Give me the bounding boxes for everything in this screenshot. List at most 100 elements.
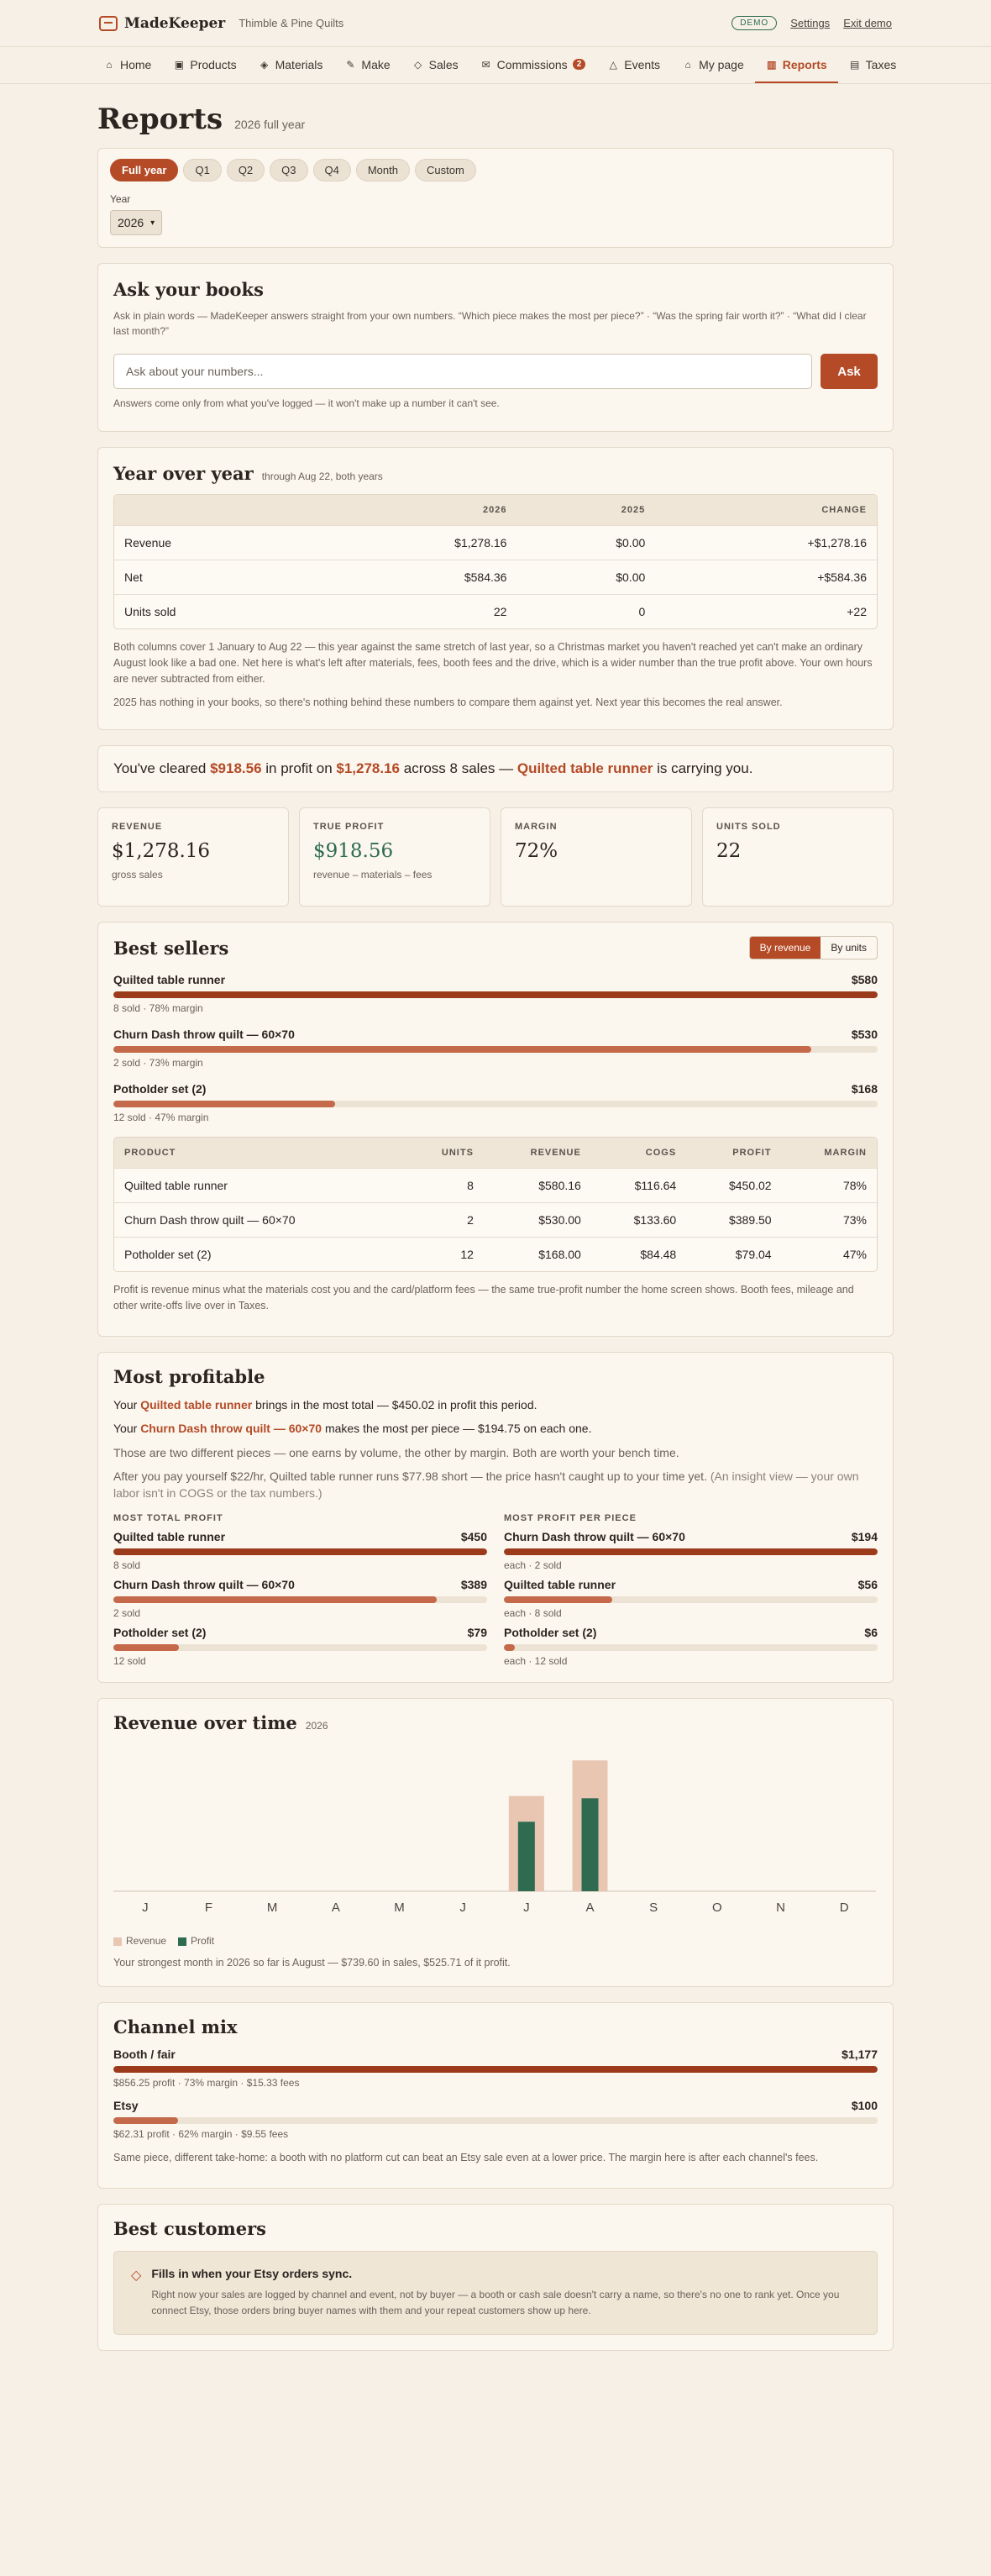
most-per-heading: MOST PROFIT PER PIECE bbox=[504, 1513, 637, 1524]
revenue-chart-title: Revenue over time bbox=[113, 1712, 297, 1734]
period-pill-q1[interactable]: Q1 bbox=[183, 159, 222, 181]
most-total-line: Your Quilted table runner brings in the … bbox=[113, 1397, 878, 1414]
legend-revenue: Revenue bbox=[113, 1935, 166, 1947]
table-cell: 22 bbox=[314, 594, 517, 628]
by-units-button[interactable]: By units bbox=[821, 937, 877, 959]
table-cell: Revenue bbox=[114, 525, 315, 560]
main-nav: ⌂ Home ▣ Products ◈ Materials ✎ Make ◇ Sales ✉ Comm… bbox=[0, 47, 991, 84]
home-icon: ⌂ bbox=[106, 58, 113, 71]
bar-header: Quilted table runner $56 bbox=[504, 1578, 878, 1591]
nav-materials[interactable]: ◈ Materials bbox=[248, 47, 334, 83]
ask-title: Ask your books bbox=[113, 279, 264, 300]
legend-revenue-label: Revenue bbox=[126, 1935, 167, 1948]
table-cell: 78% bbox=[781, 1168, 877, 1203]
table-cell: 8 bbox=[404, 1168, 484, 1203]
product-link[interactable]: Churn Dash throw quilt — 60×70 bbox=[140, 1422, 322, 1435]
ask-description: Ask in plain words — MadeKeeper answers … bbox=[113, 310, 867, 337]
table-cell: $584.36 bbox=[314, 560, 517, 595]
settings-link[interactable]: Settings bbox=[790, 17, 830, 29]
bar-fill bbox=[504, 1596, 613, 1604]
period-card: Full year Q1 Q2 Q3 Q4 Month Custom Year 2026 ▾ bbox=[97, 148, 894, 248]
revenue-chart-card: Revenue over time 2026 J F M A M J J A S O N D Reve… bbox=[97, 1698, 894, 1988]
nav-sales[interactable]: ◇ Sales bbox=[401, 47, 469, 83]
nav-commissions[interactable]: ✉ Commissions 2 bbox=[469, 47, 597, 83]
bar-track bbox=[504, 1548, 878, 1556]
product-row: Potholder set (2) 12 $168.00 $84.48 $79.04 47… bbox=[114, 1237, 877, 1271]
bar-header: Churn Dash throw quilt — 60×70 $530 bbox=[113, 1028, 878, 1041]
month-tick-label: N bbox=[776, 1900, 785, 1915]
logo-icon bbox=[99, 15, 118, 31]
month-tick-label: A bbox=[585, 1900, 594, 1915]
table-cell: $116.64 bbox=[590, 1168, 687, 1203]
table-cell: 0 bbox=[516, 594, 656, 628]
bar-name: Potholder set (2) bbox=[113, 1626, 207, 1640]
nav-reports[interactable]: ▥ Reports bbox=[754, 47, 838, 83]
bar-track bbox=[113, 1046, 878, 1053]
period-pill-q2[interactable]: Q2 bbox=[226, 159, 265, 181]
bar-row: Churn Dash throw quilt — 60×70 $194 each ·… bbox=[504, 1530, 878, 1571]
year-select[interactable]: 2026 ▾ bbox=[110, 210, 163, 235]
period-pill-q4[interactable]: Q4 bbox=[312, 159, 351, 181]
yoy-row: Units sold 22 0 +22 bbox=[114, 594, 877, 628]
headline-text: You've cleared bbox=[113, 760, 211, 776]
product-row: Churn Dash throw quilt — 60×70 2 $530.00 $1… bbox=[114, 1202, 877, 1238]
mail-icon: ✉ bbox=[481, 58, 490, 71]
month-tick-label: D bbox=[840, 1900, 849, 1915]
document-icon: ▤ bbox=[850, 58, 860, 71]
nav-label: My page bbox=[699, 57, 744, 71]
headline-product-link[interactable]: Quilted table runner bbox=[517, 760, 653, 776]
most-profitable-card: Most profitable Your Quilted table runne… bbox=[97, 1351, 894, 1684]
headline-revenue: $1,278.16 bbox=[336, 760, 401, 776]
bar-track bbox=[504, 1596, 878, 1604]
column-header: 2025 bbox=[516, 495, 656, 526]
revenue-chart-year: 2026 bbox=[305, 1720, 328, 1732]
nav-home[interactable]: ⌂ Home bbox=[92, 47, 162, 83]
ask-button[interactable]: Ask bbox=[821, 354, 878, 389]
bar-row: Quilted table runner $580 8 sold · 78% mar… bbox=[113, 973, 878, 1014]
kpi-value: 72% bbox=[515, 840, 558, 862]
bar-track bbox=[113, 1596, 487, 1604]
most-total-heading: MOST TOTAL PROFIT bbox=[113, 1513, 223, 1524]
nav-label: Products bbox=[190, 57, 237, 71]
yoy-note: Both columns cover 1 January to Aug 22 —… bbox=[113, 641, 873, 685]
table-cell: $580.16 bbox=[483, 1168, 591, 1203]
exit-demo-link[interactable]: Exit demo bbox=[843, 17, 892, 29]
period-pill-month[interactable]: Month bbox=[355, 159, 410, 181]
period-pill-q3[interactable]: Q3 bbox=[270, 159, 308, 181]
nav-taxes[interactable]: ▤ Taxes bbox=[838, 47, 908, 83]
headline-text: is carrying you. bbox=[653, 760, 753, 776]
legend-profit-label: Profit bbox=[191, 1935, 215, 1948]
table-cell: Net bbox=[114, 560, 315, 595]
yoy-table: 2026 2025 CHANGE Revenue $1,278.16 $0.00 +$1,2… bbox=[113, 494, 878, 629]
product-link[interactable]: Quilted table runner bbox=[140, 1398, 252, 1412]
nav-events[interactable]: △ Events bbox=[596, 47, 671, 83]
tag-icon: ◇ bbox=[414, 58, 422, 71]
nav-products[interactable]: ▣ Products bbox=[162, 47, 247, 83]
period-pill-custom[interactable]: Custom bbox=[414, 159, 476, 181]
bar-caption: $856.25 profit · 73% margin · $15.33 fee… bbox=[113, 2077, 300, 2090]
period-pill-full-year[interactable]: Full year bbox=[110, 159, 179, 181]
bar-name: Quilted table runner bbox=[113, 1530, 226, 1544]
hammer-icon: ✎ bbox=[346, 58, 355, 71]
best-sellers-note: Profit is revenue minus what the materia… bbox=[113, 1284, 854, 1312]
nav-make[interactable]: ✎ Make bbox=[333, 47, 401, 83]
shop-name: Thimble & Pine Quilts bbox=[239, 17, 344, 29]
by-revenue-button[interactable]: By revenue bbox=[749, 937, 821, 959]
column-header: COGS bbox=[590, 1138, 687, 1169]
bar-fill bbox=[113, 2066, 878, 2074]
period-pills: Full year Q1 Q2 Q3 Q4 Month Custom bbox=[110, 159, 881, 181]
bar-caption: 2 sold · 73% margin bbox=[113, 1057, 203, 1069]
best-sellers-table: PRODUCT UNITS REVENUE COGS PROFIT MARGIN Quilt… bbox=[113, 1137, 878, 1272]
bar-name: Etsy bbox=[113, 2099, 139, 2113]
bar-fill bbox=[504, 1548, 878, 1556]
bar-row: Potholder set (2) $6 each · 12 sold bbox=[504, 1626, 878, 1667]
nav-my-page[interactable]: ⌂ My page bbox=[671, 47, 755, 83]
app-name: MadeKeeper bbox=[124, 14, 226, 32]
brand[interactable]: MadeKeeper Thimble & Pine Quilts bbox=[99, 15, 343, 32]
kpi-label: REVENUE bbox=[112, 822, 163, 832]
most-per-column: MOST PROFIT PER PIECE Churn Dash throw q… bbox=[504, 1513, 878, 1667]
bar-caption: 12 sold bbox=[113, 1655, 146, 1668]
ask-input[interactable]: Ask about your numbers... bbox=[113, 354, 812, 389]
bar-name: Quilted table runner bbox=[113, 973, 226, 986]
nav-label: Sales bbox=[428, 57, 459, 71]
